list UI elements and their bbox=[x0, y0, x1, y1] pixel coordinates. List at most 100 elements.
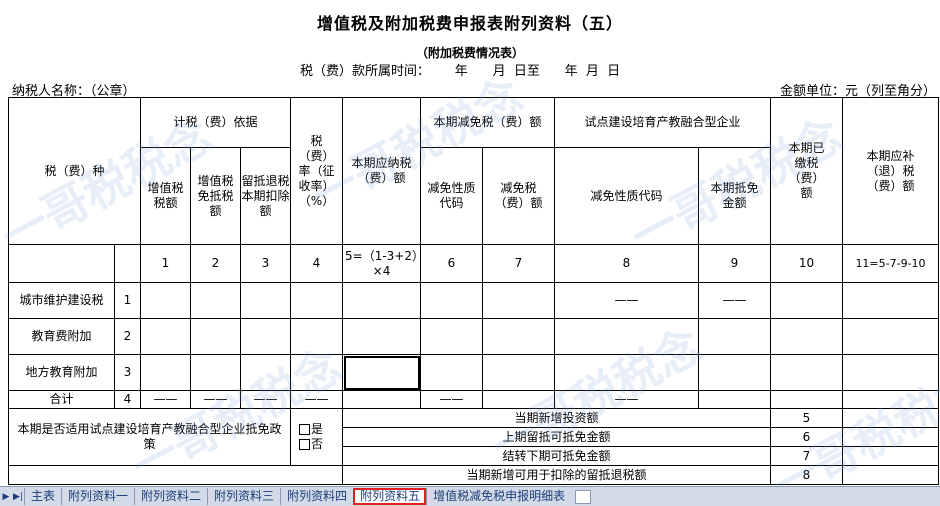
input-cell[interactable] bbox=[190, 318, 241, 355]
row-number: 3 bbox=[114, 354, 141, 391]
tab-main[interactable]: 主表 bbox=[24, 488, 61, 505]
input-cell[interactable] bbox=[420, 354, 483, 391]
input-cell[interactable] bbox=[240, 282, 291, 319]
policy-item-label: 结转下期可抵免金额 bbox=[342, 446, 771, 466]
input-cell[interactable] bbox=[482, 354, 555, 391]
col-number: 1 bbox=[140, 244, 191, 283]
input-cell[interactable] bbox=[770, 282, 843, 319]
input-cell[interactable] bbox=[770, 390, 843, 409]
input-cell[interactable] bbox=[554, 318, 699, 355]
input-cell[interactable] bbox=[140, 354, 191, 391]
policy-item-number: 6 bbox=[770, 427, 843, 447]
tab-vat-reduction-detail[interactable]: 增值税减免税申报明细表 bbox=[426, 488, 571, 505]
input-cell[interactable] bbox=[554, 354, 699, 391]
col-number: 8 bbox=[554, 244, 699, 283]
input-cell[interactable] bbox=[842, 446, 939, 466]
total-label: 合计 bbox=[8, 390, 115, 409]
col-number: 5=（1-3+2）×4 bbox=[342, 244, 421, 283]
input-cell[interactable] bbox=[842, 318, 939, 355]
tab-schedule-2[interactable]: 附列资料二 bbox=[134, 488, 207, 505]
form-subtitle: （附加税费情况表） bbox=[415, 46, 524, 60]
header-pilot: 试点建设培育产教融合型企业 bbox=[554, 97, 771, 148]
col-number: 7 bbox=[482, 244, 555, 283]
input-cell[interactable] bbox=[342, 282, 421, 319]
input-cell[interactable] bbox=[770, 318, 843, 355]
input-cell[interactable] bbox=[290, 354, 343, 391]
tab-schedule-4[interactable]: 附列资料四 bbox=[280, 488, 353, 505]
input-cell[interactable] bbox=[842, 465, 939, 485]
tax-period: 税（费）款所属时间： 年 月 日至 年 月 日 bbox=[300, 64, 621, 79]
tab-schedule-5[interactable]: 附列资料五 bbox=[353, 488, 427, 505]
policy-item-label: 上期留抵可抵免金额 bbox=[342, 427, 771, 447]
col-number: 3 bbox=[240, 244, 291, 283]
input-cell[interactable] bbox=[290, 318, 343, 355]
header-reduction: 本期减免税（费）额 bbox=[420, 97, 555, 148]
total-row: 合计 4 —— —— —— —— —— —— bbox=[8, 390, 939, 409]
policy-item-number: 8 bbox=[770, 465, 843, 485]
header-refund: 本期应补（退）税（费）额 bbox=[842, 97, 939, 245]
header-reduction-amount: 减免税（费）额 bbox=[482, 147, 555, 245]
policy-item-number: 7 bbox=[770, 446, 843, 466]
tab-scroll-end-icon[interactable]: ▶| bbox=[12, 492, 24, 502]
spreadsheet-sheet: 增值税及附加税费申报表附列资料（五） （附加税费情况表） 税（费）款所属时间： … bbox=[0, 0, 940, 486]
surtax-table: 税（费）种 计税（费）依据 税（费）率（征收率）（%） 本期应纳税（费）额 本期… bbox=[8, 97, 939, 485]
row-name: 地方教育附加 bbox=[8, 354, 115, 391]
policy-question: 本期是否适用试点建设培育产教融合型企业抵免政策 bbox=[8, 408, 291, 466]
row-number: 1 bbox=[114, 282, 141, 319]
input-cell[interactable] bbox=[290, 282, 343, 319]
policy-choice[interactable]: 是 否 bbox=[290, 408, 343, 466]
header-retained-credit: 留抵退税本期扣除额 bbox=[240, 147, 291, 245]
input-cell[interactable] bbox=[842, 354, 939, 391]
table-row: 地方教育附加 3 bbox=[8, 354, 939, 391]
input-cell[interactable] bbox=[342, 390, 421, 409]
input-cell[interactable] bbox=[140, 318, 191, 355]
input-cell[interactable] bbox=[770, 354, 843, 391]
col-number: 11=5-7-9-10 bbox=[842, 244, 939, 283]
input-cell[interactable] bbox=[842, 390, 939, 409]
input-cell[interactable] bbox=[698, 318, 771, 355]
header-pilot-code: 减免性质代码 bbox=[554, 147, 699, 245]
input-cell[interactable] bbox=[482, 282, 555, 319]
row-number: 2 bbox=[114, 318, 141, 355]
col-number: 4 bbox=[290, 244, 343, 283]
form-title: 增值税及附加税费申报表附列资料（五） bbox=[316, 14, 623, 33]
policy-item-label: 当期新增投资额 bbox=[342, 408, 771, 428]
input-cell[interactable] bbox=[842, 282, 939, 319]
policy-item-label: 当期新增可用于扣除的留抵退税额 bbox=[342, 465, 771, 485]
col-number: 6 bbox=[420, 244, 483, 283]
input-cell[interactable] bbox=[420, 318, 483, 355]
header-paid: 本期已缴税（费）额 bbox=[770, 97, 843, 245]
header-pilot-offset: 本期抵免金额 bbox=[698, 147, 771, 245]
tab-schedule-3[interactable]: 附列资料三 bbox=[207, 488, 280, 505]
input-cell[interactable] bbox=[420, 282, 483, 319]
row-name: 城市维护建设税 bbox=[8, 282, 115, 319]
input-cell[interactable] bbox=[140, 282, 191, 319]
input-cell[interactable] bbox=[842, 408, 939, 428]
sheet-tab-bar: ▶ ▶| 主表 附列资料一 附列资料二 附列资料三 附列资料四 附列资料五 增值… bbox=[0, 486, 940, 506]
header-basis: 计税（费）依据 bbox=[140, 97, 291, 148]
input-cell[interactable] bbox=[190, 282, 241, 319]
input-cell[interactable] bbox=[482, 390, 555, 409]
row-number: 4 bbox=[114, 390, 141, 409]
no-checkbox[interactable] bbox=[299, 439, 310, 450]
input-cell[interactable] bbox=[698, 354, 771, 391]
selected-cell[interactable] bbox=[342, 354, 421, 391]
input-cell[interactable] bbox=[190, 354, 241, 391]
dash-cell: —— bbox=[554, 282, 699, 319]
new-sheet-icon[interactable] bbox=[575, 489, 592, 504]
col-number: 9 bbox=[698, 244, 771, 283]
tab-schedule-1[interactable]: 附列资料一 bbox=[61, 488, 134, 505]
yes-checkbox[interactable] bbox=[299, 424, 310, 435]
row-name: 教育费附加 bbox=[8, 318, 115, 355]
input-cell[interactable] bbox=[842, 427, 939, 447]
input-cell[interactable] bbox=[482, 318, 555, 355]
input-cell[interactable] bbox=[342, 318, 421, 355]
input-cell[interactable] bbox=[240, 354, 291, 391]
input-cell[interactable] bbox=[698, 390, 771, 409]
table-row: 教育费附加 2 bbox=[8, 318, 939, 355]
col-number: 2 bbox=[190, 244, 241, 283]
table-row: 城市维护建设税 1 —— —— bbox=[8, 282, 939, 319]
header-vat: 增值税税额 bbox=[140, 147, 191, 245]
input-cell[interactable] bbox=[240, 318, 291, 355]
tab-scroll-last-icon[interactable]: ▶ bbox=[0, 492, 12, 502]
